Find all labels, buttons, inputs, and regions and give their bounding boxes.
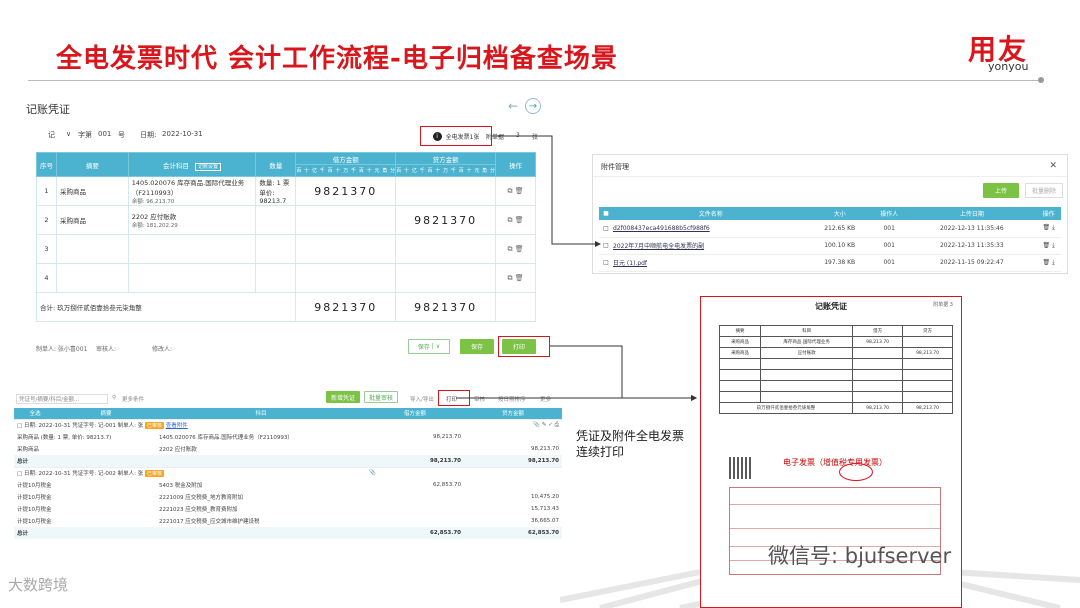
connector-arrows xyxy=(456,135,697,401)
wechat-watermark: 微信号: bjufserver xyxy=(768,544,952,568)
bottom-watermark: 大数跨境 xyxy=(8,576,69,594)
